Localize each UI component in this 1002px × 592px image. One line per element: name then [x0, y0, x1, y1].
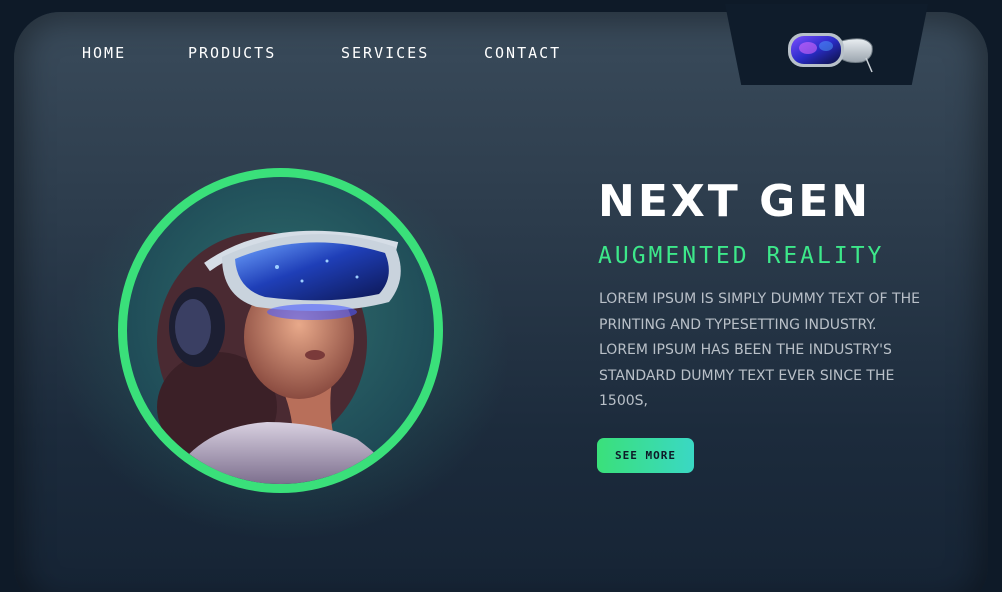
nav-services[interactable]: SERVICES: [341, 44, 429, 62]
page: HOME PRODUCTS SERVICES CONTACT NEXT GEN …: [0, 0, 1002, 592]
nav-home[interactable]: HOME: [82, 44, 126, 62]
see-more-button[interactable]: SEE MORE: [597, 438, 694, 473]
hero-subtitle: AUGMENTED REALITY: [598, 243, 885, 269]
vr-headset-icon[interactable]: [786, 28, 876, 74]
nav-contact[interactable]: CONTACT: [484, 44, 561, 62]
hero-image: [118, 168, 443, 493]
woman-vr-illustration: [157, 230, 401, 484]
hero-description: LOREM IPSUM IS SIMPLY DUMMY TEXT OF THE …: [599, 291, 920, 409]
hero-title: NEXT GEN: [598, 176, 872, 227]
nav-products[interactable]: PRODUCTS: [188, 44, 276, 62]
